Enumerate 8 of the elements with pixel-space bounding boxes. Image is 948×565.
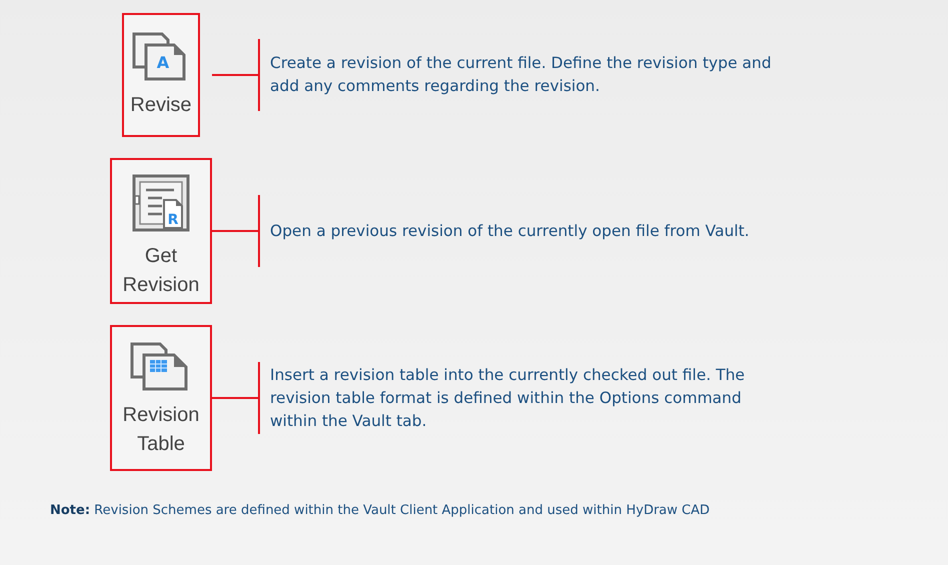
command-description: Create a revision of the current file. Define the revision type and add any comments regarding the revision. [270,53,772,97]
document-list-icon: R [132,174,190,232]
command-description: Insert a revision table into the currently checked out file. The revision table format is defined within the Options command within the Vault tab. [270,364,746,432]
ribbon-button[interactable]: A Revise [122,13,200,137]
ribbon-button[interactable]: R Get Revision [110,158,212,304]
note-text: Note: Revision Schemes are defined within the Vault Client Application and used within HyDraw CAD [50,503,711,518]
ribbon-button[interactable]: Revision Table [110,325,212,471]
command-description: Open a previous revision of the currently open file from Vault. [270,220,750,242]
